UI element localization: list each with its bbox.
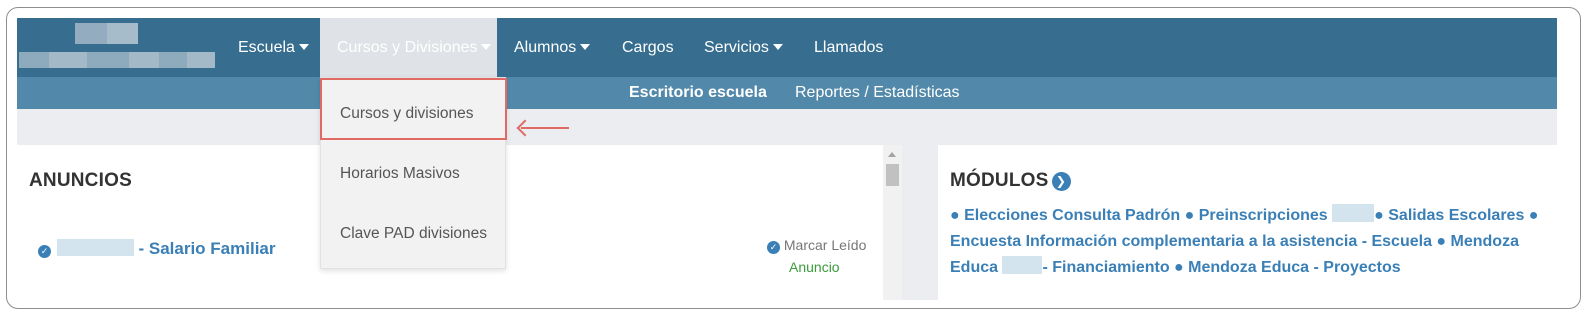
nav-label: Cargos: [622, 39, 674, 56]
nav-label: Servicios: [704, 39, 769, 56]
menu-item-clave-pad-divisiones[interactable]: Clave PAD divisiones: [322, 204, 506, 264]
link-preinscripciones[interactable]: Preinscripciones: [1199, 207, 1328, 224]
caret-down-icon: [772, 44, 783, 50]
check-circle-icon: ✓: [767, 241, 780, 254]
scroll-thumb[interactable]: [886, 164, 899, 186]
subnav-reportes-estadisticas[interactable]: Reportes / Estadísticas: [795, 77, 960, 109]
arrow-circle-right-icon[interactable]: ❯: [1051, 172, 1071, 191]
caret-down-icon: [298, 44, 309, 50]
nav-alumnos[interactable]: Alumnos: [514, 18, 591, 77]
modulos-heading: MÓDULOS ❯: [950, 170, 1071, 192]
school-name-redacted: [19, 52, 215, 68]
nav-escuela[interactable]: Escuela: [238, 18, 309, 77]
top-navbar: Escuela Cursos y Divisiones Alumnos Carg…: [17, 18, 1557, 77]
annotation-arrowhead-icon: [516, 119, 534, 137]
modulos-links: ● Elecciones Consulta Padrón ● Preinscri…: [950, 203, 1548, 281]
screenshot-frame: Escuela Cursos y Divisiones Alumnos Carg…: [6, 7, 1581, 309]
scroll-up-arrow-icon[interactable]: [888, 152, 896, 157]
redacted-text: [1332, 204, 1375, 222]
subnav-escritorio-escuela[interactable]: Escritorio escuela: [629, 77, 767, 109]
nav-cargos[interactable]: Cargos: [622, 18, 674, 77]
modulos-panel: MÓDULOS ❯ ● Elecciones Consulta Padrón ● …: [938, 145, 1557, 300]
sub-navbar: Escritorio escuela Reportes / Estadístic…: [17, 77, 1557, 109]
anuncio-title-link[interactable]: Salario Familiar: [149, 239, 276, 258]
redacted-date: [56, 239, 134, 256]
nav-label: Llamados: [814, 39, 884, 56]
anuncios-scrollbar[interactable]: [883, 145, 902, 300]
link-encuesta-informacion[interactable]: Encuesta Información complementaria a la…: [950, 233, 1432, 250]
nav-label: Escuela: [238, 39, 295, 56]
anuncio-type-label: Anuncio: [789, 259, 840, 275]
link-financiamiento[interactable]: - Financiamiento: [1042, 259, 1169, 276]
marcar-leido-link[interactable]: ✓ Marcar Leído: [767, 237, 866, 254]
nav-cursos-y-divisiones[interactable]: Cursos y Divisiones: [320, 18, 497, 77]
nav-llamados[interactable]: Llamados: [814, 18, 883, 77]
marcar-leido-label: Marcar Leído: [783, 237, 867, 253]
nav-label: Alumnos: [514, 39, 577, 56]
app-window: Escuela Cursos y Divisiones Alumnos Carg…: [17, 18, 1557, 300]
nav-label: Cursos y Divisiones: [337, 39, 478, 56]
caret-down-icon: [481, 44, 492, 50]
check-circle-icon: ✓: [38, 245, 51, 258]
nav-servicios[interactable]: Servicios: [704, 18, 783, 77]
cursos-dropdown-menu: Cursos y divisiones Horarios Masivos Cla…: [320, 77, 506, 269]
anuncio-separator: -: [138, 239, 145, 258]
logo-redacted: [75, 23, 138, 44]
caret-down-icon: [580, 44, 591, 50]
link-elecciones-consulta-padron[interactable]: Elecciones Consulta Padrón: [964, 207, 1180, 224]
menu-item-horarios-masivos[interactable]: Horarios Masivos: [322, 144, 506, 204]
link-salidas-escolares[interactable]: Salidas Escolares: [1388, 207, 1524, 224]
anuncio-item[interactable]: ✓ - Salario Familiar: [38, 239, 276, 259]
redacted-text: [1002, 256, 1043, 274]
link-mendoza-educa-proyectos[interactable]: Mendoza Educa - Proyectos: [1188, 259, 1401, 276]
modulos-title: MÓDULOS: [950, 170, 1049, 191]
menu-item-cursos-y-divisiones[interactable]: Cursos y divisiones: [322, 84, 506, 144]
anuncios-heading: ANUNCIOS: [29, 170, 132, 191]
